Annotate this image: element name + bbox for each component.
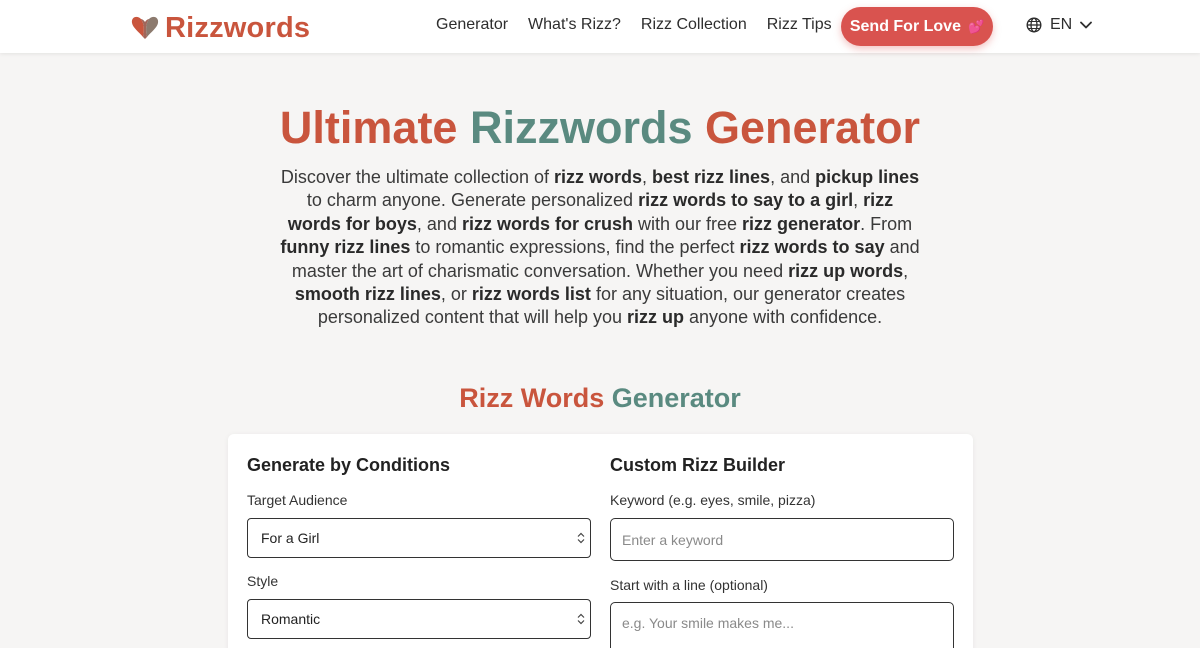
- keyword-highlight: rizz generator: [742, 213, 861, 234]
- description-text: to romantic expressions, find the perfec…: [410, 237, 740, 258]
- logo-text: Rizzwords: [165, 11, 311, 44]
- description-text: ,: [642, 167, 653, 187]
- target-audience-select[interactable]: For a Girl: [247, 518, 591, 558]
- description-text: Discover the ultimate collection of: [280, 167, 554, 187]
- keyword-input[interactable]: Enter a keyword: [610, 518, 954, 561]
- heart-logo-icon: [131, 15, 159, 41]
- description-text: , and: [416, 213, 462, 234]
- send-for-love-button[interactable]: Send For Love 💕: [841, 7, 993, 46]
- keyword-highlight: pickup lines: [815, 167, 920, 187]
- section-title-rizz-words: Rizz Words: [459, 383, 605, 413]
- style-select[interactable]: Romantic: [247, 599, 591, 639]
- site-header: Rizzwords Generator What's Rizz? Rizz Co…: [0, 0, 1200, 53]
- description-text: ,: [853, 190, 864, 211]
- keyword-highlight: smooth rizz lines: [294, 284, 441, 305]
- title-part-ultimate: Ultimate: [279, 102, 470, 153]
- generator-section-title: Rizz Words Generator: [0, 381, 1200, 415]
- two-hearts-icon: 💕: [967, 18, 985, 34]
- nav-rizz-tips[interactable]: Rizz Tips: [767, 16, 832, 34]
- keyword-highlight: funny rizz lines: [280, 237, 411, 258]
- style-value: Romantic: [261, 611, 321, 627]
- generator-card: Generate by Conditions Target Audience F…: [228, 434, 973, 648]
- keyword-highlight: rizz words to say to a girl: [638, 190, 854, 211]
- language-code: EN: [1050, 16, 1073, 33]
- main-nav: Generator What's Rizz? Rizz Collection R…: [436, 16, 852, 34]
- custom-builder-heading: Custom Rizz Builder: [610, 455, 786, 475]
- keyword-highlight: rizz up words: [788, 260, 904, 281]
- description-text: , or: [440, 284, 472, 305]
- target-audience-value: For a Girl: [261, 530, 320, 546]
- page-title: Ultimate Rizzwords Generator: [0, 100, 1200, 156]
- description-text: with our free: [633, 213, 743, 234]
- style-label: Style: [247, 573, 279, 589]
- description-text: , and: [770, 167, 816, 187]
- conditions-heading: Generate by Conditions: [247, 455, 451, 475]
- hero-description: Discover the ultimate collection of rizz…: [278, 166, 922, 330]
- nav-rizz-collection[interactable]: Rizz Collection: [641, 16, 747, 34]
- keyword-highlight: best rizz lines: [652, 167, 771, 187]
- keyword-highlight: rizz words for crush: [461, 213, 633, 234]
- description-text: . From: [860, 213, 913, 234]
- title-part-rizzwords: Rizzwords: [469, 102, 693, 153]
- keyword-highlight: rizz words list: [471, 284, 591, 305]
- nav-generator[interactable]: Generator: [436, 16, 508, 34]
- description-text: to charm anyone. Generate personalized: [306, 190, 639, 211]
- keyword-highlight: rizz words to say: [739, 237, 885, 258]
- description-text: anyone with confidence.: [684, 307, 883, 328]
- target-audience-label: Target Audience: [247, 492, 348, 508]
- start-line-placeholder: e.g. Your smile makes me...: [622, 615, 794, 631]
- logo[interactable]: Rizzwords: [131, 12, 310, 44]
- globe-icon: [1026, 17, 1042, 33]
- select-arrows-icon: [577, 532, 585, 544]
- keyword-highlight: rizz up: [627, 307, 685, 328]
- send-for-love-label: Send For Love: [849, 17, 961, 35]
- title-part-generator: Generator: [692, 102, 921, 153]
- keyword-placeholder: Enter a keyword: [622, 531, 724, 548]
- start-line-textarea[interactable]: e.g. Your smile makes me...: [610, 602, 954, 648]
- keyword-label: Keyword (e.g. eyes, smile, pizza): [610, 492, 816, 508]
- description-text: ,: [903, 260, 909, 281]
- keyword-highlight: rizz words: [553, 167, 642, 187]
- language-selector[interactable]: EN: [1026, 16, 1100, 34]
- start-line-label: Start with a line (optional): [610, 577, 768, 593]
- chevron-down-icon: [1080, 21, 1093, 29]
- nav-whats-rizz[interactable]: What's Rizz?: [528, 16, 621, 34]
- section-title-generator: Generator: [604, 383, 741, 413]
- select-arrows-icon: [577, 613, 585, 625]
